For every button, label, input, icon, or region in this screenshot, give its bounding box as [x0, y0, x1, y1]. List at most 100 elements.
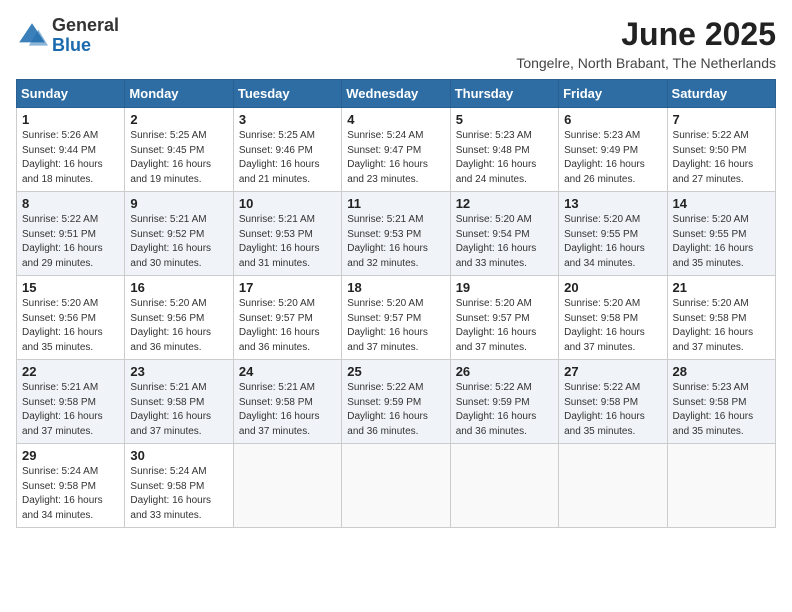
calendar-cell: 25Sunrise: 5:22 AMSunset: 9:59 PMDayligh… — [342, 360, 450, 444]
calendar-cell: 18 Sunrise: 5:20 AMSunset: 9:57 PMDayligh… — [342, 276, 450, 360]
day-info: Sunrise: 5:21 AMSunset: 9:53 PMDaylight:… — [239, 213, 336, 271]
calendar-cell: 3 Sunrise: 5:25 AMSunset: 9:46 PMDaylight… — [233, 108, 341, 192]
day-info: Sunrise: 5:25 AMSunset: 9:45 PMDaylight:… — [130, 129, 227, 187]
calendar-table: Sunday Monday Tuesday Wednesday Thursday… — [16, 79, 776, 528]
day-info: Sunrise: 5:21 AMSunset: 9:58 PMDaylight:… — [239, 381, 336, 439]
day-number: 2 — [130, 112, 227, 127]
day-info: Sunrise: 5:22 AMSunset: 9:58 PMDaylight:… — [564, 381, 661, 439]
calendar-header-row: Sunday Monday Tuesday Wednesday Thursday… — [17, 80, 776, 108]
day-info: Sunrise: 5:23 AMSunset: 9:48 PMDaylight:… — [456, 129, 553, 187]
col-saturday: Saturday — [667, 80, 775, 108]
calendar-cell: 27 Sunrise: 5:22 AMSunset: 9:58 PMDayligh… — [559, 360, 667, 444]
day-number: 7 — [673, 112, 770, 127]
day-info: Sunrise: 5:20 AMSunset: 9:57 PMDaylight:… — [239, 297, 336, 355]
calendar-cell: 10 Sunrise: 5:21 AMSunset: 9:53 PMDayligh… — [233, 192, 341, 276]
logo-general: General — [52, 15, 119, 35]
location: Tongelre, North Brabant, The Netherlands — [516, 55, 776, 71]
calendar-cell: 21 Sunrise: 5:20 AMSunset: 9:58 PMDayligh… — [667, 276, 775, 360]
day-number: 24 — [239, 364, 336, 379]
day-info: Sunrise: 5:20 AMSunset: 9:55 PMDaylight:… — [564, 213, 661, 271]
logo-text: General Blue — [52, 16, 119, 56]
calendar-cell — [450, 444, 558, 528]
month-title: June 2025 — [516, 16, 776, 53]
day-number: 19 — [456, 280, 553, 295]
calendar-cell: 5 Sunrise: 5:23 AMSunset: 9:48 PMDaylight… — [450, 108, 558, 192]
day-info: Sunrise: 5:22 AMSunset: 9:59 PMDaylight:… — [456, 381, 553, 439]
day-info: Sunrise: 5:20 AMSunset: 9:57 PMDaylight:… — [347, 297, 444, 355]
day-number: 16 — [130, 280, 227, 295]
day-number: 27 — [564, 364, 661, 379]
calendar-cell: 11Sunrise: 5:21 AMSunset: 9:53 PMDayligh… — [342, 192, 450, 276]
calendar-cell: 23 Sunrise: 5:21 AMSunset: 9:58 PMDayligh… — [125, 360, 233, 444]
day-info: Sunrise: 5:23 AMSunset: 9:49 PMDaylight:… — [564, 129, 661, 187]
col-thursday: Thursday — [450, 80, 558, 108]
day-number: 14 — [673, 196, 770, 211]
calendar-cell: 4 Sunrise: 5:24 AMSunset: 9:47 PMDaylight… — [342, 108, 450, 192]
day-info: Sunrise: 5:25 AMSunset: 9:46 PMDaylight:… — [239, 129, 336, 187]
calendar-cell: 7 Sunrise: 5:22 AMSunset: 9:50 PMDaylight… — [667, 108, 775, 192]
logo-blue: Blue — [52, 35, 91, 55]
day-info: Sunrise: 5:22 AMSunset: 9:59 PMDaylight:… — [347, 381, 444, 439]
calendar-cell: 2 Sunrise: 5:25 AMSunset: 9:45 PMDaylight… — [125, 108, 233, 192]
day-number: 5 — [456, 112, 553, 127]
calendar-cell: 1 Sunrise: 5:26 AMSunset: 9:44 PMDaylight… — [17, 108, 125, 192]
day-info: Sunrise: 5:21 AMSunset: 9:58 PMDaylight:… — [130, 381, 227, 439]
day-number: 8 — [22, 196, 119, 211]
day-number: 21 — [673, 280, 770, 295]
day-number: 9 — [130, 196, 227, 211]
day-number: 10 — [239, 196, 336, 211]
day-info: Sunrise: 5:20 AMSunset: 9:56 PMDaylight:… — [130, 297, 227, 355]
calendar-cell: 16 Sunrise: 5:20 AMSunset: 9:56 PMDayligh… — [125, 276, 233, 360]
day-info: Sunrise: 5:20 AMSunset: 9:58 PMDaylight:… — [673, 297, 770, 355]
day-info: Sunrise: 5:21 AMSunset: 9:58 PMDaylight:… — [22, 381, 119, 439]
day-number: 17 — [239, 280, 336, 295]
page-header: General Blue June 2025 Tongelre, North B… — [16, 16, 776, 71]
calendar-cell: 26 Sunrise: 5:22 AMSunset: 9:59 PMDayligh… — [450, 360, 558, 444]
calendar-week-row: 1 Sunrise: 5:26 AMSunset: 9:44 PMDaylight… — [17, 108, 776, 192]
logo-icon — [16, 20, 48, 52]
day-number: 28 — [673, 364, 770, 379]
calendar-cell: 29 Sunrise: 5:24 AMSunset: 9:58 PMDayligh… — [17, 444, 125, 528]
day-number: 22 — [22, 364, 119, 379]
day-number: 11 — [347, 196, 444, 211]
col-friday: Friday — [559, 80, 667, 108]
calendar-cell: 9Sunrise: 5:21 AMSunset: 9:52 PMDaylight… — [125, 192, 233, 276]
calendar-week-row: 29 Sunrise: 5:24 AMSunset: 9:58 PMDayligh… — [17, 444, 776, 528]
day-number: 29 — [22, 448, 119, 463]
day-number: 1 — [22, 112, 119, 127]
calendar-cell: 15Sunrise: 5:20 AMSunset: 9:56 PMDayligh… — [17, 276, 125, 360]
calendar-cell — [559, 444, 667, 528]
calendar-cell: 8Sunrise: 5:22 AMSunset: 9:51 PMDaylight… — [17, 192, 125, 276]
day-info: Sunrise: 5:20 AMSunset: 9:57 PMDaylight:… — [456, 297, 553, 355]
calendar-cell: 28Sunrise: 5:23 AMSunset: 9:58 PMDayligh… — [667, 360, 775, 444]
calendar-week-row: 15 Sunrise: 5:20 AMSunset: 9:56 PMDayligh… — [17, 276, 776, 360]
calendar-week-row: 8Sunrise: 5:22 AMSunset: 9:51 PMDaylight… — [17, 192, 776, 276]
day-info: Sunrise: 5:20 AMSunset: 9:55 PMDaylight:… — [673, 213, 770, 271]
logo: General Blue — [16, 16, 119, 56]
calendar-week-row: 22 Sunrise: 5:21 AMSunset: 9:58 PMDayligh… — [17, 360, 776, 444]
day-number: 26 — [456, 364, 553, 379]
calendar-cell: 20Sunrise: 5:20 AMSunset: 9:58 PMDayligh… — [559, 276, 667, 360]
col-wednesday: Wednesday — [342, 80, 450, 108]
col-monday: Monday — [125, 80, 233, 108]
calendar-cell — [667, 444, 775, 528]
day-number: 13 — [564, 196, 661, 211]
day-number: 30 — [130, 448, 227, 463]
day-info: Sunrise: 5:22 AMSunset: 9:50 PMDaylight:… — [673, 129, 770, 187]
calendar-cell: 6 Sunrise: 5:23 AMSunset: 9:49 PMDaylight… — [559, 108, 667, 192]
day-info: Sunrise: 5:24 AMSunset: 9:58 PMDaylight:… — [130, 465, 227, 523]
calendar-cell: 30 Sunrise: 5:24 AMSunset: 9:58 PMDayligh… — [125, 444, 233, 528]
day-number: 3 — [239, 112, 336, 127]
calendar-cell — [233, 444, 341, 528]
col-tuesday: Tuesday — [233, 80, 341, 108]
day-info: Sunrise: 5:24 AMSunset: 9:58 PMDaylight:… — [22, 465, 119, 523]
day-number: 15 — [22, 280, 119, 295]
day-number: 4 — [347, 112, 444, 127]
day-number: 18 — [347, 280, 444, 295]
day-info: Sunrise: 5:20 AMSunset: 9:58 PMDaylight:… — [564, 297, 661, 355]
calendar-cell: 12Sunrise: 5:20 AMSunset: 9:54 PMDayligh… — [450, 192, 558, 276]
day-info: Sunrise: 5:24 AMSunset: 9:47 PMDaylight:… — [347, 129, 444, 187]
day-number: 23 — [130, 364, 227, 379]
day-number: 6 — [564, 112, 661, 127]
day-info: Sunrise: 5:26 AMSunset: 9:44 PMDaylight:… — [22, 129, 119, 187]
